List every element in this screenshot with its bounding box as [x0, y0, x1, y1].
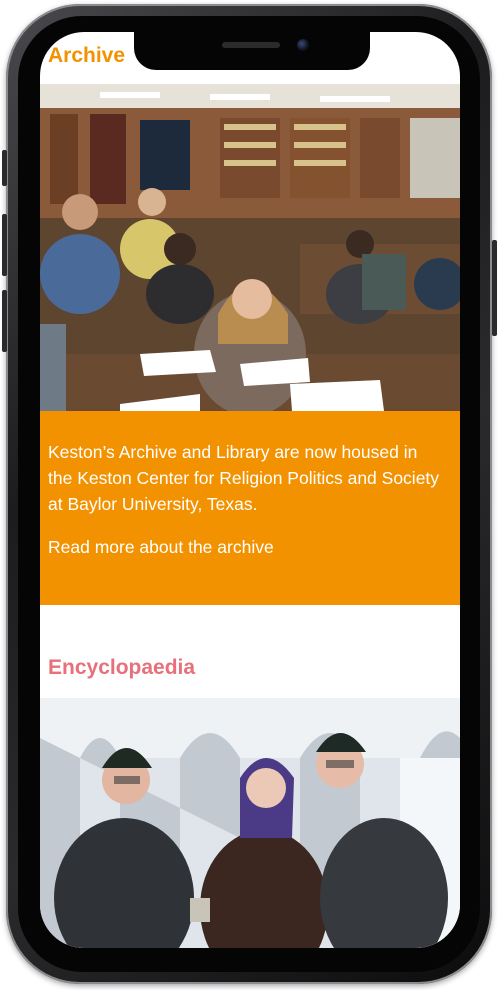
power-button — [492, 240, 497, 336]
encyclopaedia-group-photo — [40, 698, 460, 948]
phone-notch — [134, 32, 370, 70]
front-camera-icon — [297, 39, 309, 51]
archive-reading-room-photo — [40, 84, 460, 411]
phone-screen: Archive Keston’s Archive and Library are… — [40, 32, 460, 948]
read-more-archive-link[interactable]: Read more about the archive — [48, 537, 274, 558]
volume-up-button — [2, 214, 7, 276]
archive-description: Keston’s Archive and Library are now hou… — [48, 442, 440, 514]
speaker-grille — [222, 42, 280, 48]
archive-heading: Archive — [48, 44, 126, 67]
silent-switch — [2, 150, 7, 186]
group-photo-illustration — [40, 698, 460, 948]
volume-down-button — [2, 290, 7, 352]
archive-info-panel: Keston’s Archive and Library are now hou… — [40, 411, 460, 605]
encyclopaedia-heading: Encyclopaedia — [48, 656, 196, 679]
reading-room-illustration — [40, 84, 460, 411]
